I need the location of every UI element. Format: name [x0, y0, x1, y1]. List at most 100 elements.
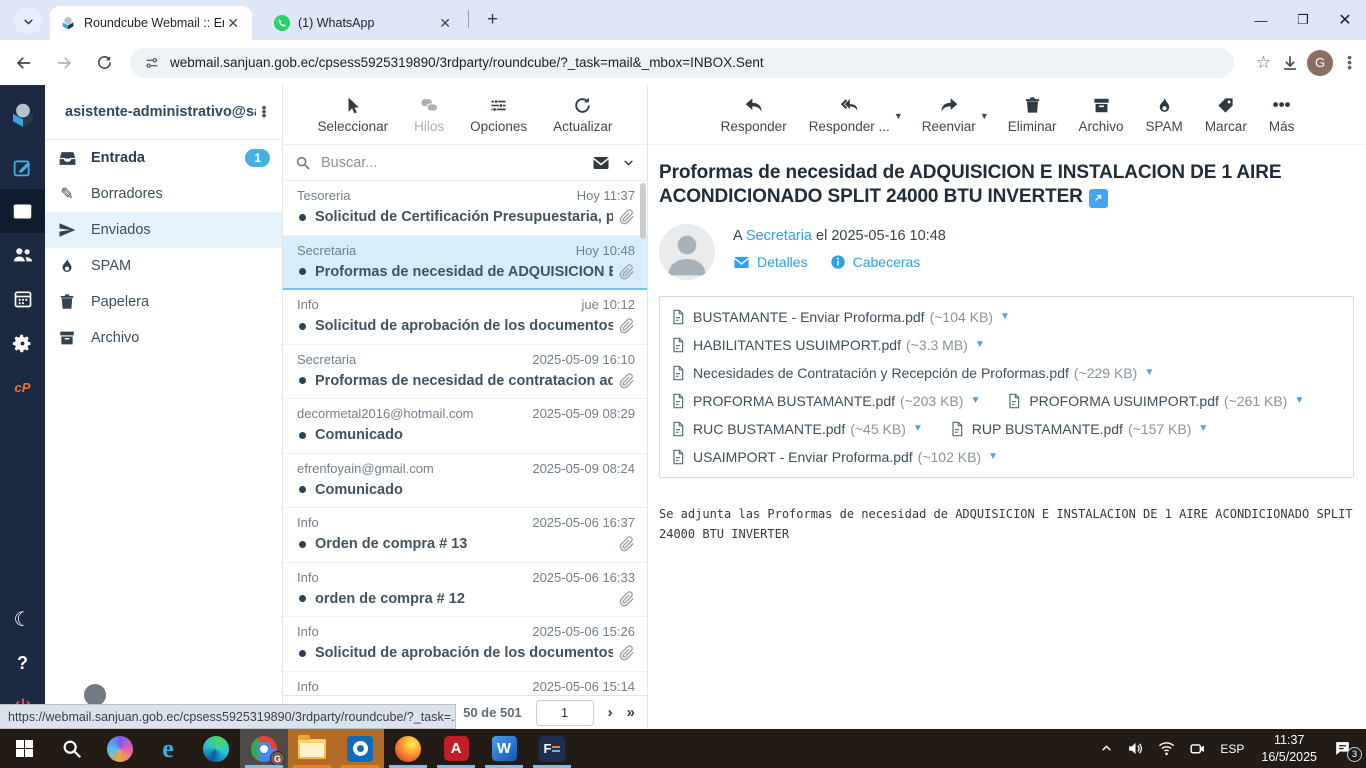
- sidebar-item-drafts[interactable]: ✎ Borradores: [45, 176, 282, 212]
- taskbar-search-button[interactable]: [48, 729, 96, 768]
- attachment-menu-caret-icon[interactable]: ▼: [975, 339, 985, 350]
- delete-button[interactable]: Eliminar: [1008, 96, 1057, 134]
- attachment-item[interactable]: USAIMPORT - Enviar Proforma.pdf (~102 KB…: [670, 443, 998, 471]
- help-icon[interactable]: ?: [0, 641, 45, 685]
- archive-button[interactable]: Archivo: [1079, 96, 1124, 134]
- forward-button[interactable]: Reenviar ▼: [922, 95, 989, 134]
- attachment-name[interactable]: Necesidades de Contratación y Recepción …: [693, 365, 1069, 381]
- attachment-menu-caret-icon[interactable]: ▼: [1198, 423, 1208, 434]
- taskbar-fes-app[interactable]: F: [528, 729, 576, 768]
- attachment-name[interactable]: PROFORMA BUSTAMANTE.pdf: [693, 393, 895, 409]
- close-button[interactable]: ✕: [1324, 0, 1366, 40]
- start-button[interactable]: [0, 729, 48, 768]
- scrollbar-thumb[interactable]: [640, 183, 646, 239]
- refresh-button[interactable]: Actualizar: [553, 96, 612, 134]
- reload-icon[interactable]: [88, 47, 120, 79]
- attachment-name[interactable]: RUP BUSTAMANTE.pdf: [972, 421, 1123, 437]
- taskbar-word[interactable]: W: [480, 729, 528, 768]
- message-row[interactable]: Info jue 10:12 Solicitud de aprobación d…: [283, 290, 647, 345]
- headers-link[interactable]: Cabeceras: [830, 254, 920, 270]
- next-page-icon[interactable]: ›: [608, 704, 613, 721]
- taskbar-outlook[interactable]: [336, 729, 384, 768]
- attachment-name[interactable]: USAIMPORT - Enviar Proforma.pdf: [693, 449, 913, 465]
- mark-button[interactable]: Marcar: [1205, 96, 1247, 134]
- sidebar-item-archive[interactable]: Archivo: [45, 320, 282, 356]
- account-menu-icon[interactable]: • • •: [256, 101, 272, 122]
- attachment-name[interactable]: BUSTAMANTE - Enviar Proforma.pdf: [693, 309, 925, 325]
- search-options-chevron-icon[interactable]: [622, 156, 635, 169]
- minimize-button[interactable]: —: [1240, 0, 1282, 40]
- attachment-item[interactable]: HABILITANTES USUIMPORT.pdf (~3.3 MB) ▼: [670, 331, 985, 359]
- taskbar-file-explorer[interactable]: [288, 729, 336, 768]
- attachment-item[interactable]: RUP BUSTAMANTE.pdf (~157 KB) ▼: [949, 415, 1208, 443]
- tray-chevron-up-icon[interactable]: [1093, 742, 1120, 755]
- sidebar-item-spam[interactable]: SPAM: [45, 248, 282, 284]
- attachment-name[interactable]: PROFORMA USUIMPORT.pdf: [1029, 393, 1219, 409]
- taskbar-edge[interactable]: [192, 729, 240, 768]
- sidebar-item-inbox[interactable]: Entrada 1: [45, 140, 282, 176]
- attachment-name[interactable]: RUC BUSTAMANTE.pdf: [693, 421, 845, 437]
- calendar-nav-icon[interactable]: [0, 277, 45, 321]
- search-input[interactable]: Buscar...: [321, 155, 592, 171]
- reply-button[interactable]: Responder: [721, 95, 787, 134]
- attachment-menu-caret-icon[interactable]: ▼: [988, 451, 998, 462]
- downloads-icon[interactable]: [1281, 54, 1299, 72]
- tab-close-icon[interactable]: ✕: [224, 15, 242, 32]
- last-page-icon[interactable]: »: [627, 704, 635, 721]
- back-icon[interactable]: [8, 47, 40, 79]
- attachment-item[interactable]: PROFORMA USUIMPORT.pdf (~261 KB) ▼: [1006, 387, 1304, 415]
- compose-icon[interactable]: [0, 145, 45, 189]
- site-settings-icon[interactable]: [144, 55, 160, 71]
- message-row[interactable]: Secretaria 2025-05-09 16:10 Proformas de…: [283, 345, 647, 399]
- attachment-menu-caret-icon[interactable]: ▼: [913, 423, 923, 434]
- attachment-item[interactable]: Necesidades de Contratación y Recepción …: [670, 359, 1154, 387]
- reply-all-caret-icon[interactable]: ▼: [894, 111, 903, 121]
- forward-caret-icon[interactable]: ▼: [980, 111, 989, 121]
- taskbar-acrobat[interactable]: A: [432, 729, 480, 768]
- contacts-nav-icon[interactable]: [0, 233, 45, 277]
- list-scrollbar[interactable]: [639, 181, 647, 695]
- message-row[interactable]: Info 2025-05-06 15:26 Solicitud de aprob…: [283, 617, 647, 672]
- message-row[interactable]: decormetal2016@hotmail.com 2025-05-09 08…: [283, 399, 647, 454]
- open-in-new-window-icon[interactable]: [1088, 188, 1108, 208]
- mail-nav-icon[interactable]: [0, 189, 45, 233]
- attachment-name[interactable]: HABILITANTES USUIMPORT.pdf: [693, 337, 901, 353]
- wifi-icon[interactable]: [1151, 740, 1182, 757]
- attachment-menu-caret-icon[interactable]: ▼: [1294, 395, 1304, 406]
- attachment-item[interactable]: BUSTAMANTE - Enviar Proforma.pdf (~104 K…: [670, 303, 1010, 331]
- forward-icon[interactable]: [48, 47, 80, 79]
- tab-roundcube[interactable]: Roundcube Webmail :: Enviados ✕: [50, 6, 252, 40]
- address-bar[interactable]: webmail.sanjuan.gob.ec/cpsess5925319890/…: [130, 47, 1234, 78]
- language-indicator[interactable]: ESP: [1213, 742, 1251, 756]
- sidebar-item-sent[interactable]: Enviados: [45, 212, 282, 248]
- reply-all-button[interactable]: Responder ... ▼: [809, 95, 903, 134]
- options-button[interactable]: Opciones: [470, 96, 527, 134]
- message-row[interactable]: Info 2025-05-06 15:14: [283, 672, 647, 696]
- search-scope-envelope-icon[interactable]: [592, 154, 610, 172]
- cpanel-icon[interactable]: cP: [0, 365, 45, 409]
- message-row[interactable]: Info 2025-05-06 16:33 orden de compra # …: [283, 563, 647, 617]
- taskbar-firefox[interactable]: [384, 729, 432, 768]
- restore-button[interactable]: ❐: [1282, 0, 1324, 40]
- bookmark-star-icon[interactable]: ☆: [1246, 53, 1281, 73]
- attachment-menu-caret-icon[interactable]: ▼: [1144, 367, 1154, 378]
- taskbar-chrome[interactable]: G: [240, 729, 288, 768]
- settings-gear-icon[interactable]: [0, 321, 45, 365]
- taskbar-copilot[interactable]: [96, 729, 144, 768]
- details-link[interactable]: Detalles: [733, 254, 808, 271]
- select-button[interactable]: Seleccionar: [318, 96, 388, 134]
- new-tab-button[interactable]: +: [479, 9, 506, 31]
- more-button[interactable]: ••• Más: [1269, 95, 1295, 134]
- recipient-link[interactable]: Secretaria: [746, 228, 812, 244]
- page-input[interactable]: 1: [535, 699, 594, 726]
- message-row[interactable]: Info 2025-05-06 16:37 Orden de compra # …: [283, 508, 647, 563]
- message-row[interactable]: Tesoreria Hoy 11:37 Solicitud de Certifi…: [283, 181, 647, 236]
- meet-now-icon[interactable]: [1182, 740, 1213, 757]
- attachment-menu-caret-icon[interactable]: ▼: [1000, 311, 1010, 322]
- taskbar-internet-explorer[interactable]: e: [144, 729, 192, 768]
- notification-center-button[interactable]: 3: [1327, 739, 1366, 762]
- dark-mode-moon-icon[interactable]: ☾: [0, 597, 45, 641]
- taskbar-clock[interactable]: 11:37 16/5/2025: [1251, 732, 1327, 766]
- search-bar[interactable]: Buscar...: [283, 145, 647, 181]
- tab-close-icon[interactable]: ✕: [436, 15, 454, 32]
